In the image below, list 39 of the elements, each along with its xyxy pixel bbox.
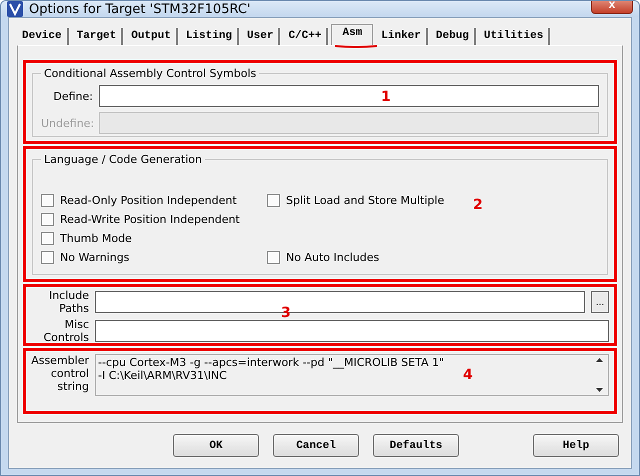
scroll-up-icon[interactable] (596, 358, 603, 362)
field-label: Assembler (31, 354, 89, 367)
dialog-button[interactable]: Cancel (273, 434, 359, 457)
field-label: Undefine: (41, 116, 93, 130)
field-label: string (56, 380, 89, 393)
field-label: Include (48, 289, 89, 302)
annotation-number: 1 (381, 89, 391, 105)
browse-button[interactable]: ... (591, 291, 609, 313)
checkbox[interactable] (41, 232, 54, 245)
checkbox-label: Read-Only Position Independent (60, 194, 237, 207)
dialog-button[interactable]: Help (533, 434, 619, 457)
text-field[interactable] (99, 85, 599, 107)
checkbox[interactable] (267, 194, 280, 207)
annotation-number: 4 (463, 367, 473, 383)
field-label: Define: (52, 90, 93, 102)
field-label: Paths (58, 302, 89, 315)
checkbox[interactable] (267, 251, 280, 264)
dialog-button[interactable]: OK (173, 434, 259, 457)
text-line: -I C:\Keil\ARM\RV31\INC (98, 369, 227, 382)
field-label: Controls (42, 331, 89, 344)
scroll-down-icon[interactable] (596, 388, 603, 392)
dialog-button[interactable]: Defaults (373, 434, 459, 457)
checkbox[interactable] (41, 251, 54, 264)
checkbox-label: No Auto Includes (286, 251, 380, 264)
checkbox-label: No Warnings (60, 251, 130, 264)
checkbox-label: Read-Write Position Independent (60, 213, 240, 226)
field-label: Misc (64, 318, 89, 331)
text-field[interactable] (95, 320, 609, 342)
checkbox-label: Split Load and Store Multiple (286, 194, 444, 207)
text-line: --cpu Cortex-M3 -g --apcs=interwork --pd "__MICROLIB SETA 1" (98, 356, 444, 369)
field-label: control (50, 367, 89, 380)
app-icon (7, 1, 23, 17)
window-title: Options for Target 'STM32F105RC' (29, 2, 252, 16)
group-title: Conditional Assembly Control Symbols (43, 67, 258, 80)
checkbox-label: Thumb Mode (60, 232, 132, 245)
checkbox[interactable] (41, 194, 54, 207)
group-title: Language / Code Generation (43, 153, 204, 166)
annotation-number: 2 (473, 197, 483, 213)
checkbox[interactable] (41, 213, 54, 226)
